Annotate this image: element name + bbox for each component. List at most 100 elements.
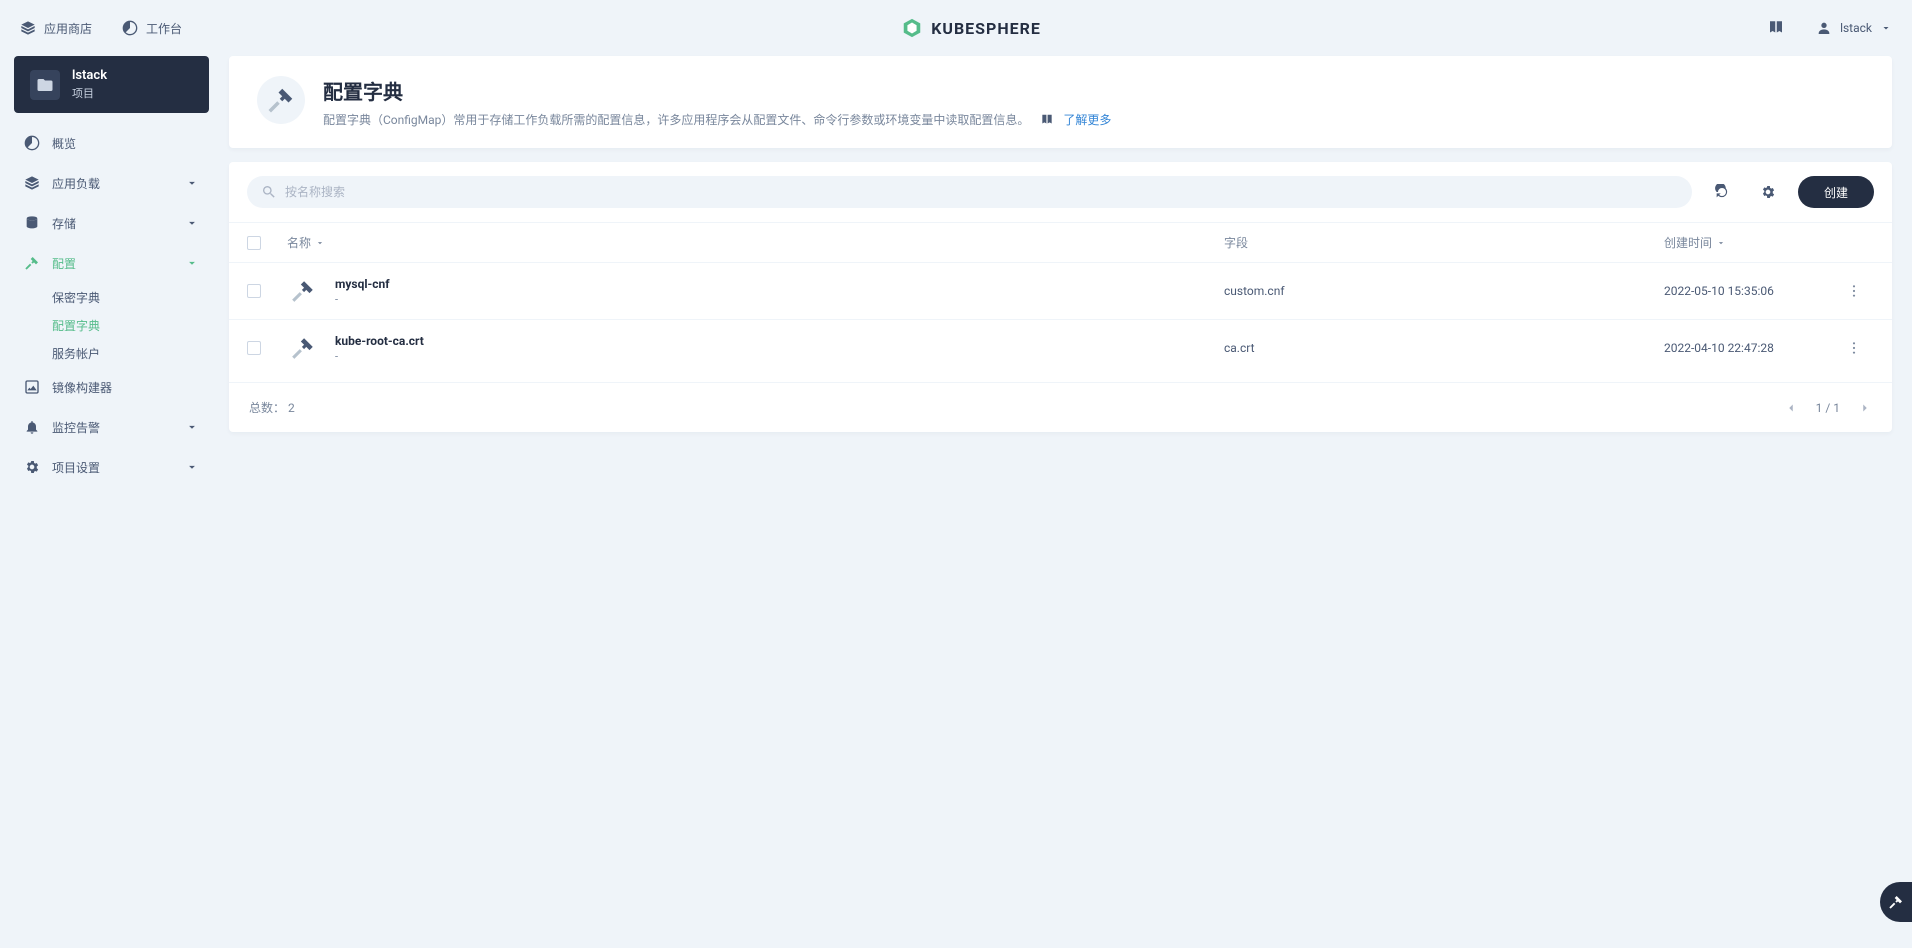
- nav-label: 概览: [52, 135, 199, 152]
- topbar-left: 应用商店 工作台: [20, 20, 182, 37]
- searchbox[interactable]: [247, 176, 1692, 208]
- pager: 1 / 1: [1784, 401, 1872, 415]
- nav-config[interactable]: 配置: [14, 243, 209, 283]
- dashboard-icon: [122, 20, 138, 36]
- page-description: 配置字典（ConfigMap）常用于存储工作负载所需的配置信息，许多应用程序会从…: [323, 111, 1111, 128]
- database-icon: [24, 215, 40, 231]
- learn-more-link[interactable]: 了解更多: [1063, 113, 1111, 127]
- list-card: 创建 名称 字段 创建时间 mysql-cnf: [229, 162, 1892, 432]
- col-created-header[interactable]: 创建时间: [1664, 234, 1834, 251]
- row-more-button[interactable]: [1846, 340, 1862, 356]
- help-fab[interactable]: [1880, 882, 1912, 922]
- image-icon: [24, 379, 40, 395]
- nav-label: 监控告警: [52, 419, 185, 436]
- row-more-button[interactable]: [1846, 283, 1862, 299]
- refresh-icon: [1714, 184, 1730, 200]
- book-icon: [1767, 19, 1785, 37]
- appstore-label: 应用商店: [44, 20, 92, 37]
- row-field: ca.crt: [1224, 341, 1664, 355]
- user-menu[interactable]: lstack: [1816, 20, 1892, 36]
- nav-image-builder[interactable]: 镜像构建器: [14, 367, 209, 407]
- more-icon: [1846, 340, 1862, 356]
- chevron-down-icon: [185, 460, 199, 474]
- arrow-left-icon: [1784, 401, 1798, 415]
- hammer-icon: [290, 335, 316, 361]
- nav-configmaps[interactable]: 配置字典: [52, 311, 209, 339]
- row-checkbox[interactable]: [247, 284, 261, 298]
- page-title: 配置字典: [323, 76, 1111, 105]
- nav-overview[interactable]: 概览: [14, 123, 209, 163]
- hammer-icon: [290, 278, 316, 304]
- page-indicator: 1 / 1: [1816, 401, 1840, 415]
- page-icon: [257, 76, 305, 124]
- project-card[interactable]: lstack 项目: [14, 56, 209, 113]
- refresh-button[interactable]: [1706, 176, 1738, 208]
- brand[interactable]: KUBESPHERE: [901, 17, 1041, 39]
- nav-monitoring[interactable]: 监控告警: [14, 407, 209, 447]
- sort-icon: [1716, 238, 1726, 248]
- topbar: 应用商店 工作台 KUBESPHERE lstack: [0, 0, 1912, 56]
- row-desc: -: [335, 293, 390, 306]
- layers-icon: [20, 20, 36, 36]
- table-row: kube-root-ca.crt - ca.crt 2022-04-10 22:…: [229, 319, 1892, 376]
- sidebar: lstack 项目 概览 应用负载 存储 配置: [14, 56, 209, 487]
- chevron-up-icon: [185, 256, 199, 270]
- nav-project-settings[interactable]: 项目设置: [14, 447, 209, 487]
- hammer-icon: [266, 85, 296, 115]
- row-desc: -: [335, 350, 424, 363]
- row-field: custom.cnf: [1224, 284, 1664, 298]
- prev-page-button[interactable]: [1784, 401, 1798, 415]
- more-icon: [1846, 283, 1862, 299]
- gear-icon: [1760, 184, 1776, 200]
- select-all-checkbox[interactable]: [247, 236, 261, 250]
- list-footer: 总数： 2 1 / 1: [229, 382, 1892, 432]
- chevron-down-icon: [185, 176, 199, 190]
- nav-serviceaccounts[interactable]: 服务帐户: [52, 339, 209, 367]
- brand-text: KUBESPHERE: [931, 19, 1041, 38]
- page-header: 配置字典 配置字典（ConfigMap）常用于存储工作负载所需的配置信息，许多应…: [229, 56, 1892, 148]
- table-row: mysql-cnf - custom.cnf 2022-05-10 15:35:…: [229, 262, 1892, 319]
- nav-workloads[interactable]: 应用负载: [14, 163, 209, 203]
- chevron-down-icon: [185, 216, 199, 230]
- nav-storage[interactable]: 存储: [14, 203, 209, 243]
- nav-secrets[interactable]: 保密字典: [52, 283, 209, 311]
- main: 配置字典 配置字典（ConfigMap）常用于存储工作负载所需的配置信息，许多应…: [229, 56, 1892, 487]
- settings-button[interactable]: [1752, 176, 1784, 208]
- hammer-icon: [1888, 894, 1904, 910]
- sort-icon: [315, 238, 325, 248]
- row-icon: [287, 332, 319, 364]
- total-count: 总数： 2: [249, 399, 295, 416]
- row-name[interactable]: kube-root-ca.crt: [335, 334, 424, 348]
- table-header: 名称 字段 创建时间: [229, 222, 1892, 262]
- row-created: 2022-04-10 22:47:28: [1664, 341, 1834, 355]
- appstore-link[interactable]: 应用商店: [20, 20, 92, 37]
- col-name-header[interactable]: 名称: [287, 234, 1224, 251]
- brand-logo-icon: [901, 17, 923, 39]
- dashboard-icon: [24, 135, 40, 151]
- search-icon: [261, 184, 277, 200]
- project-icon: [30, 70, 60, 100]
- workbench-link[interactable]: 工作台: [122, 20, 182, 37]
- project-type: 项目: [72, 85, 107, 101]
- chevron-down-icon: [1880, 22, 1892, 34]
- layers-icon: [24, 175, 40, 191]
- arrow-right-icon: [1858, 401, 1872, 415]
- row-icon: [287, 275, 319, 307]
- topbar-center: KUBESPHERE: [182, 17, 1760, 39]
- bell-icon: [24, 419, 40, 435]
- row-checkbox[interactable]: [247, 341, 261, 355]
- row-name[interactable]: mysql-cnf: [335, 277, 390, 291]
- user-icon: [1816, 20, 1832, 36]
- col-field-header: 字段: [1224, 234, 1664, 251]
- nav-config-children: 保密字典 配置字典 服务帐户: [14, 283, 209, 367]
- next-page-button[interactable]: [1858, 401, 1872, 415]
- topbar-right: lstack: [1760, 12, 1892, 44]
- search-input[interactable]: [285, 185, 1678, 199]
- hammer-icon: [24, 255, 40, 271]
- workbench-label: 工作台: [146, 20, 182, 37]
- docs-button[interactable]: [1760, 12, 1792, 44]
- user-name: lstack: [1840, 21, 1872, 35]
- gear-icon: [24, 459, 40, 475]
- create-button[interactable]: 创建: [1798, 176, 1874, 208]
- row-created: 2022-05-10 15:35:06: [1664, 284, 1834, 298]
